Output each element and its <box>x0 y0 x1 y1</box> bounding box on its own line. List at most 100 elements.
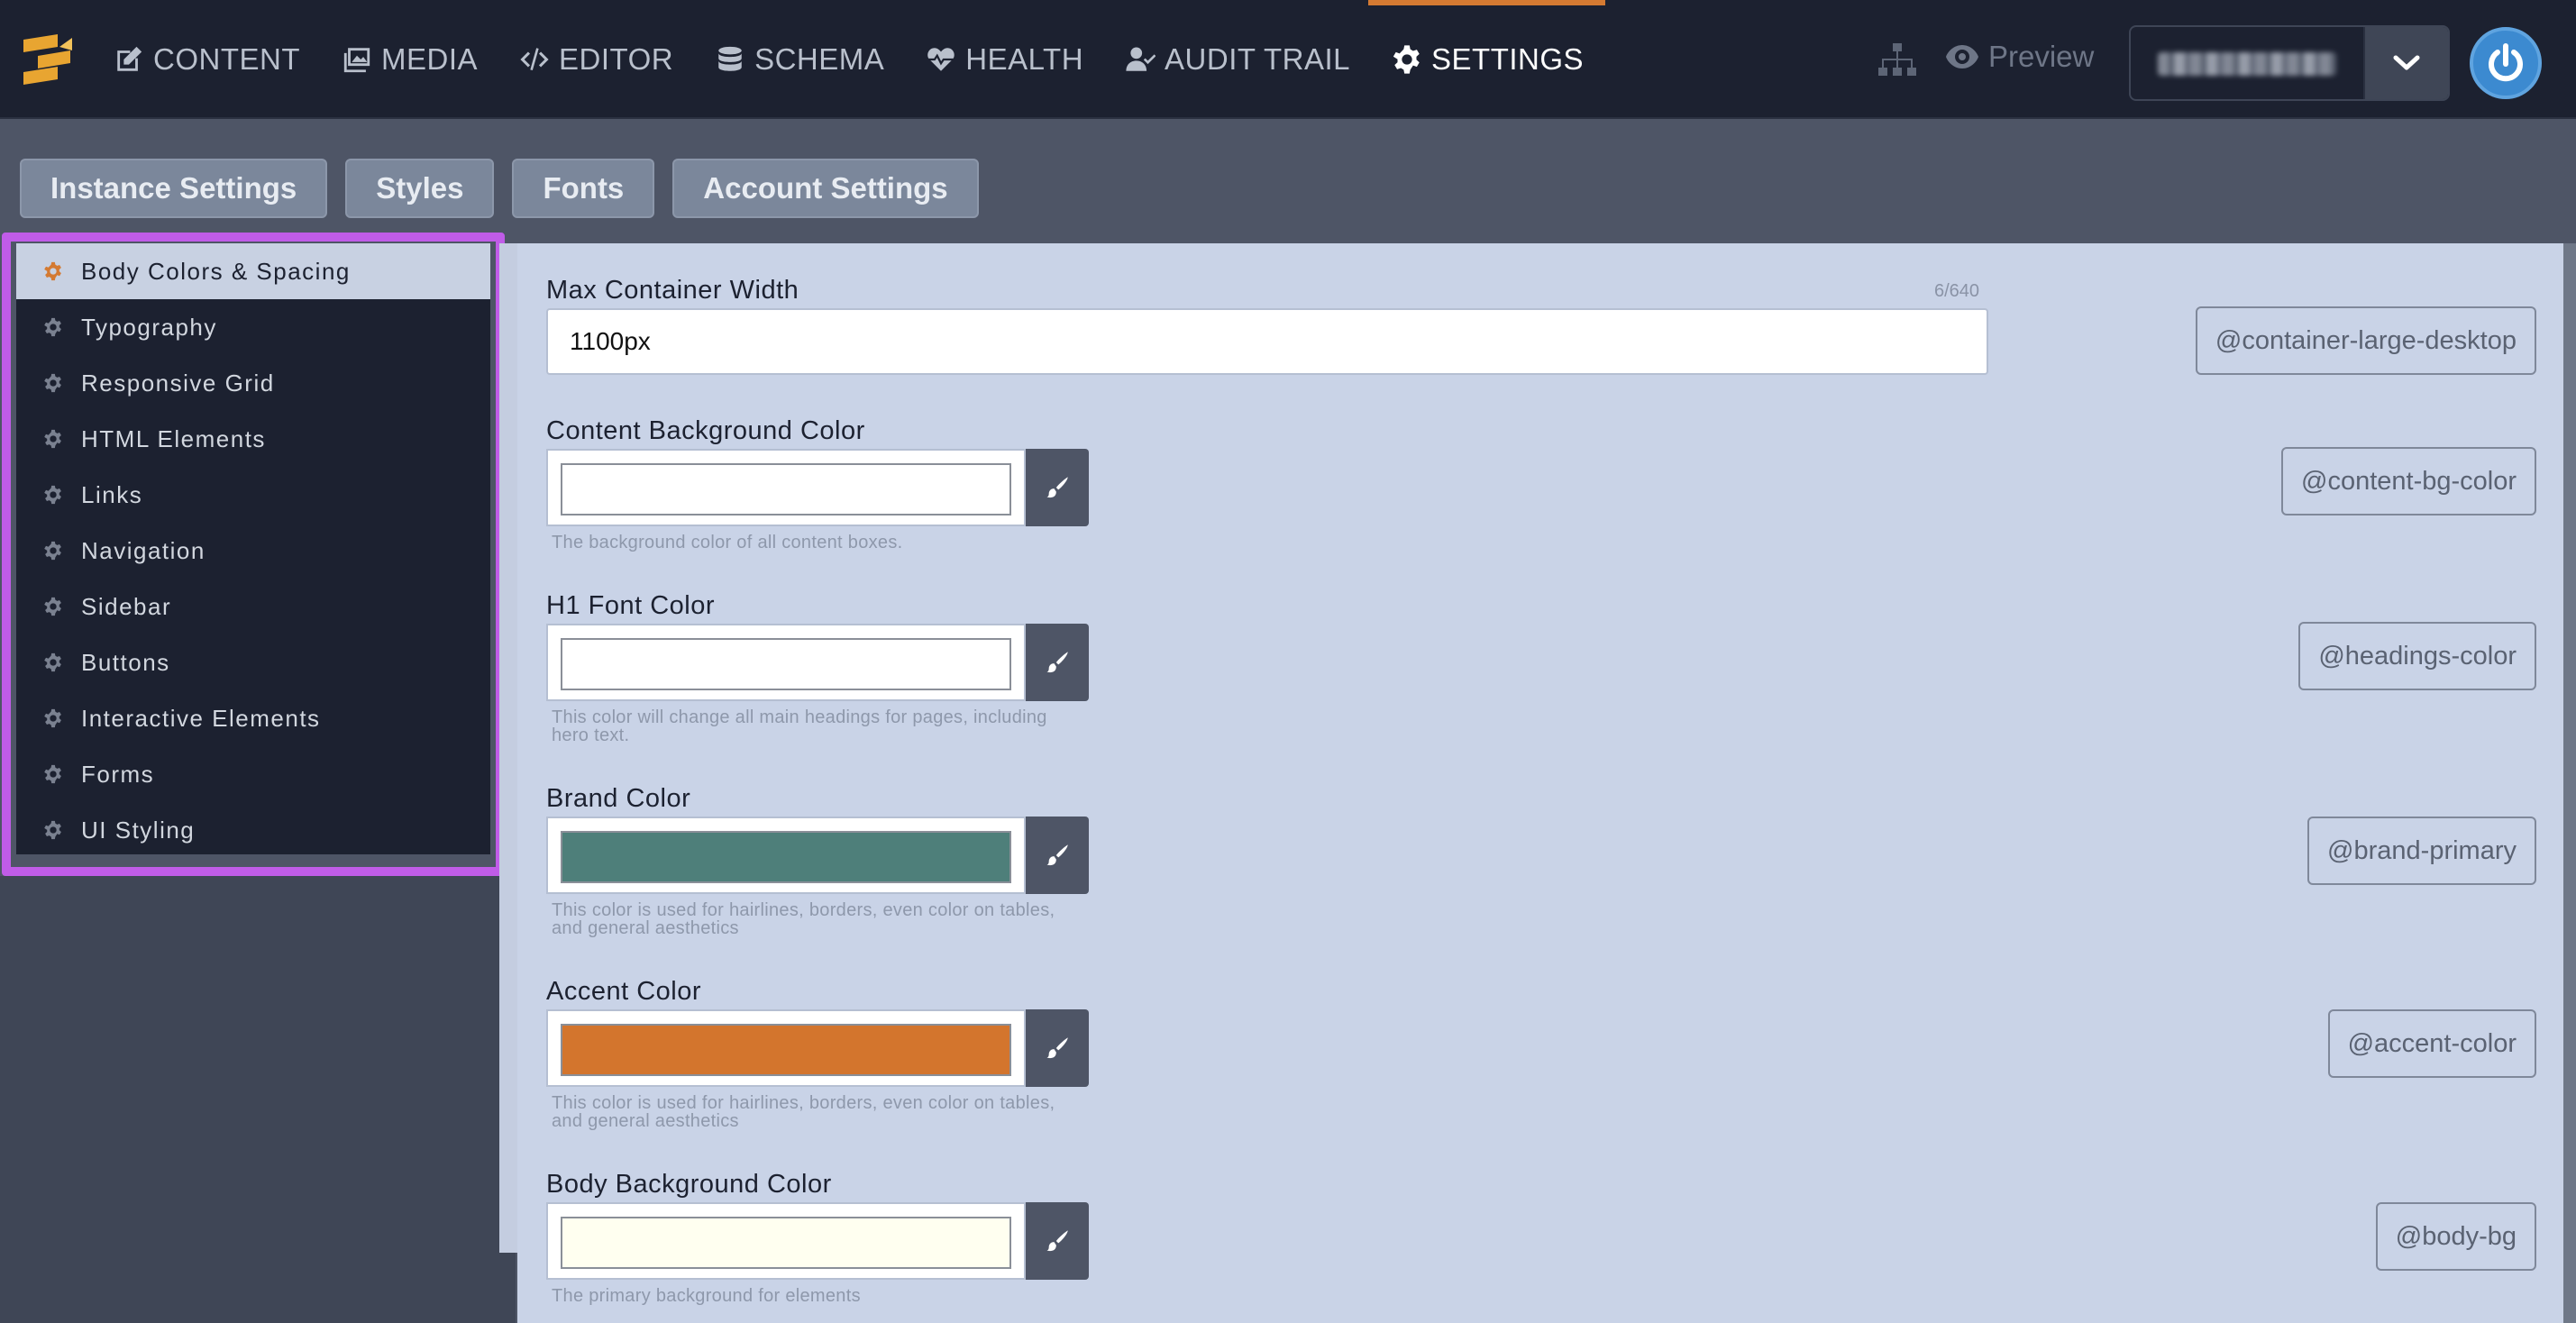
sidebar-item-body-colors-spacing[interactable]: Body Colors & Spacing <box>16 243 490 299</box>
sidebar-item-ui-styling[interactable]: UI Styling <box>16 802 490 858</box>
content-bg-hint: The background color of all content boxe… <box>552 533 903 552</box>
sidebar-item-responsive-grid[interactable]: Responsive Grid <box>16 355 490 411</box>
var-chip-headings-color[interactable]: @headings-color <box>2298 622 2536 690</box>
nav-media-label: MEDIA <box>381 42 479 76</box>
code-icon <box>520 48 549 71</box>
sidebar-item-navigation[interactable]: Navigation <box>16 523 490 579</box>
power-button[interactable] <box>2470 27 2542 99</box>
accent-color-input[interactable] <box>546 1009 1026 1087</box>
sidebar-item-links[interactable]: Links <box>16 467 490 523</box>
main-nav: CONTENT MEDIA EDITOR SCHEMA HEALTH AUDIT… <box>114 0 1625 119</box>
nav-health-label: HEALTH <box>965 42 1084 76</box>
brand-color-field <box>546 817 1091 894</box>
tab-fonts[interactable]: Fonts <box>512 159 655 218</box>
heartbeat-icon <box>927 48 955 71</box>
var-chip-container-large-desktop[interactable]: @container-large-desktop <box>2195 306 2536 375</box>
var-chip-brand-primary[interactable]: @brand-primary <box>2307 817 2536 885</box>
sidebar-item-label: UI Styling <box>81 816 196 844</box>
nav-audit-trail-label: AUDIT TRAIL <box>1165 42 1351 76</box>
var-chip-content-bg-color[interactable]: @content-bg-color <box>2281 447 2536 516</box>
accent-color-field <box>546 1009 1091 1087</box>
sidebar-item-html-elements[interactable]: HTML Elements <box>16 411 490 467</box>
sidebar-item-label: HTML Elements <box>81 424 266 452</box>
brand-color-hint: This color is used for hairlines, border… <box>552 900 1055 938</box>
brand-color-swatch <box>561 831 1011 883</box>
chevron-down-icon <box>2393 55 2420 70</box>
body-bg-label: Body Background Color <box>546 1170 832 1199</box>
instance-selector[interactable] <box>2129 25 2450 101</box>
gear-icon <box>44 261 61 281</box>
sidebar-item-sidebar[interactable]: Sidebar <box>16 579 490 634</box>
gear-icon <box>44 597 61 616</box>
paintbrush-icon <box>1046 1037 1068 1059</box>
nav-content[interactable]: CONTENT <box>114 0 300 119</box>
body-bg-picker-button[interactable] <box>1026 1202 1089 1280</box>
accent-color-picker-button[interactable] <box>1026 1009 1089 1087</box>
sidebar-item-label: Navigation <box>81 536 206 564</box>
brand-color-picker-button[interactable] <box>1026 817 1089 894</box>
paintbrush-icon <box>1046 477 1068 498</box>
edit-icon <box>117 46 142 71</box>
nav-editor-label: EDITOR <box>559 42 674 76</box>
nav-settings-label: SETTINGS <box>1431 42 1585 76</box>
sidebar-item-label: Interactive Elements <box>81 704 321 732</box>
h1-color-hint: This color will change all main headings… <box>552 707 1047 745</box>
power-icon <box>2489 43 2523 82</box>
var-chip-body-bg[interactable]: @body-bg <box>2375 1202 2536 1271</box>
user-check-icon <box>1126 47 1156 71</box>
gear-icon <box>44 541 61 561</box>
paintbrush-icon <box>1046 652 1068 673</box>
accent-color-label: Accent Color <box>546 977 702 1006</box>
preview-button[interactable]: Preview <box>1945 40 2094 74</box>
content-bg-label: Content Background Color <box>546 416 865 445</box>
sidebar-item-buttons[interactable]: Buttons <box>16 634 490 690</box>
panel-gutter <box>499 243 517 1253</box>
sidebar-item-forms[interactable]: Forms <box>16 746 490 802</box>
brand-color-label: Brand Color <box>546 784 691 813</box>
tab-instance-settings[interactable]: Instance Settings <box>20 159 328 218</box>
h1-color-swatch <box>561 638 1011 690</box>
content-bg-color-field <box>546 449 1091 526</box>
nav-settings[interactable]: SETTINGS <box>1368 0 1606 119</box>
tab-account-settings[interactable]: Account Settings <box>672 159 979 218</box>
h1-color-label: H1 Font Color <box>546 591 716 620</box>
app-logo-icon[interactable] <box>18 32 78 88</box>
sidebar-item-label: Forms <box>81 760 155 788</box>
var-chip-accent-color[interactable]: @accent-color <box>2327 1009 2536 1078</box>
h1-color-field <box>546 624 1091 701</box>
preview-label: Preview <box>1988 40 2095 73</box>
gear-icon <box>44 485 61 505</box>
nav-content-label: CONTENT <box>153 42 300 76</box>
h1-color-input[interactable] <box>546 624 1026 701</box>
content-bg-color-input[interactable] <box>546 449 1026 526</box>
nav-media[interactable]: MEDIA <box>342 0 478 119</box>
instance-name-redacted <box>2158 52 2336 76</box>
max-width-label: Max Container Width <box>546 276 799 305</box>
sitemap-icon[interactable] <box>1878 43 1916 78</box>
max-width-char-counter: 6/640 <box>1934 281 1980 301</box>
database-icon <box>718 46 742 71</box>
brand-color-input[interactable] <box>546 817 1026 894</box>
body-bg-color-input[interactable] <box>546 1202 1026 1280</box>
gear-icon <box>44 652 61 672</box>
body-bg-hint: The primary background for elements <box>552 1286 861 1306</box>
nav-audit-trail[interactable]: AUDIT TRAIL <box>1125 0 1350 119</box>
tab-styles[interactable]: Styles <box>345 159 495 218</box>
max-width-input[interactable] <box>546 308 1988 375</box>
body-bg-color-field <box>546 1202 1091 1280</box>
sidebar-background <box>0 876 516 1323</box>
content-bg-picker-button[interactable] <box>1026 449 1089 526</box>
gear-icon <box>44 820 61 840</box>
panel-scroll-rail[interactable] <box>2563 243 2576 1323</box>
sidebar-item-interactive-elements[interactable]: Interactive Elements <box>16 690 490 746</box>
sidebar-item-label: Sidebar <box>81 592 172 620</box>
sidebar-item-typography[interactable]: Typography <box>16 299 490 355</box>
gear-icon <box>44 708 61 728</box>
instance-dropdown-toggle[interactable] <box>2363 27 2448 99</box>
h1-color-picker-button[interactable] <box>1026 624 1089 701</box>
images-icon <box>343 48 370 73</box>
nav-editor[interactable]: EDITOR <box>519 0 673 119</box>
nav-health[interactable]: HEALTH <box>926 0 1083 119</box>
eye-icon <box>1946 45 1978 68</box>
nav-schema[interactable]: SCHEMA <box>715 0 884 119</box>
